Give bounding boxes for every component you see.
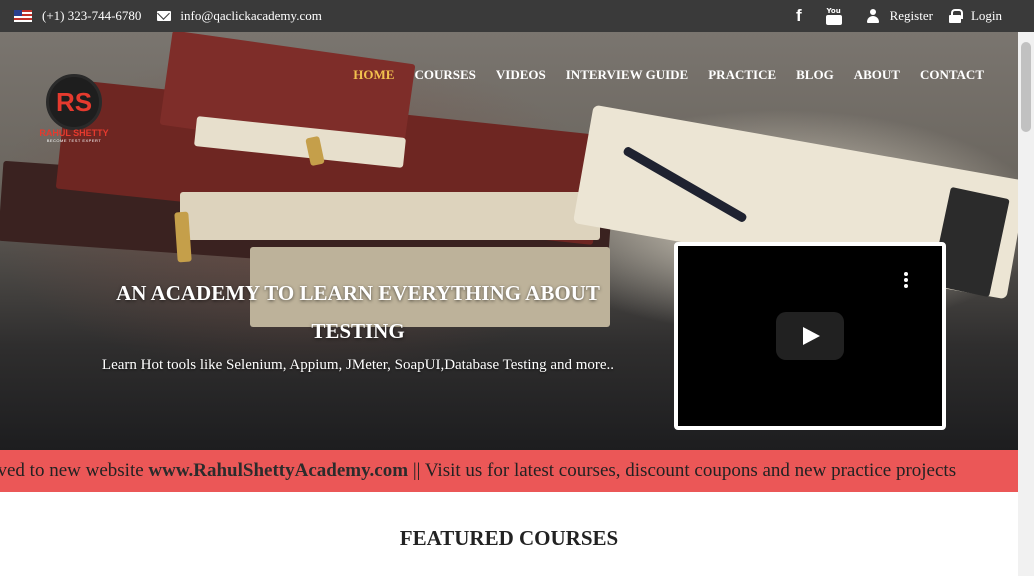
us-flag-icon bbox=[14, 10, 32, 22]
nav-courses[interactable]: COURSES bbox=[414, 67, 475, 83]
marquee-prefix: oved to new website bbox=[0, 460, 149, 481]
kebab-menu-icon[interactable] bbox=[904, 272, 908, 288]
youtube-icon[interactable]: You bbox=[825, 7, 842, 25]
logo-tagline: BECOME TEST EXPERT bbox=[46, 138, 102, 143]
marquee-site-link[interactable]: www.RahulShettyAcademy.com bbox=[148, 460, 408, 481]
hero-title: AN ACADEMY TO LEARN EVERYTHING ABOUT TES… bbox=[116, 281, 600, 343]
marquee-suffix: || Visit us for latest courses, discount… bbox=[408, 460, 957, 481]
video-player[interactable] bbox=[674, 242, 946, 430]
page: (+1) 323-744-6780 info@qaclickacademy.co… bbox=[0, 0, 1034, 576]
user-icon bbox=[866, 9, 880, 23]
main-nav: HOME COURSES VIDEOS INTERVIEW GUIDE PRAC… bbox=[333, 67, 984, 83]
logo-monogram: RS bbox=[55, 87, 93, 117]
announcement-marquee: oved to new website www.RahulShettyAcade… bbox=[0, 450, 1018, 492]
mail-icon bbox=[157, 11, 172, 21]
register-link[interactable]: Register bbox=[890, 8, 933, 24]
nav-home[interactable]: HOME bbox=[353, 67, 394, 83]
facebook-icon[interactable]: f bbox=[796, 6, 802, 26]
logo-name: RAHUL SHETTY bbox=[39, 128, 109, 138]
nav-blog[interactable]: BLOG bbox=[796, 67, 834, 83]
marquee-text: oved to new website www.RahulShettyAcade… bbox=[0, 450, 956, 492]
email-link[interactable]: info@qaclickacademy.com bbox=[180, 8, 321, 24]
hero-subtitle: Learn Hot tools like Selenium, Appium, J… bbox=[101, 357, 615, 373]
phone-number: (+1) 323-744-6780 bbox=[42, 8, 142, 23]
hero-banner: RS RAHUL SHETTY BECOME TEST EXPERT HOME … bbox=[0, 32, 1018, 450]
site-logo[interactable]: RS RAHUL SHETTY BECOME TEST EXPERT bbox=[38, 72, 110, 144]
nav-contact[interactable]: CONTACT bbox=[920, 67, 984, 83]
login-link[interactable]: Login bbox=[971, 8, 1002, 24]
youtube-glyph-body bbox=[825, 15, 842, 25]
nav-videos[interactable]: VIDEOS bbox=[496, 67, 546, 83]
lock-icon bbox=[948, 9, 963, 23]
nav-about[interactable]: ABOUT bbox=[854, 67, 900, 83]
top-bar: (+1) 323-744-6780 info@qaclickacademy.co… bbox=[0, 0, 1034, 32]
contact-info: (+1) 323-744-6780 info@qaclickacademy.co… bbox=[14, 0, 322, 32]
page-scrollbar[interactable] bbox=[1018, 32, 1034, 576]
nav-practice[interactable]: PRACTICE bbox=[708, 67, 776, 83]
scrollbar-thumb[interactable] bbox=[1021, 42, 1031, 132]
scrollbar-top-strip bbox=[1018, 0, 1034, 32]
featured-courses-heading: FEATURED COURSES bbox=[399, 526, 619, 550]
account-links: f You Register Login bbox=[796, 0, 1002, 32]
play-icon[interactable] bbox=[776, 312, 844, 360]
youtube-glyph: You bbox=[826, 7, 841, 15]
nav-interview-guide[interactable]: INTERVIEW GUIDE bbox=[566, 67, 688, 83]
background-book-pages bbox=[180, 192, 600, 240]
